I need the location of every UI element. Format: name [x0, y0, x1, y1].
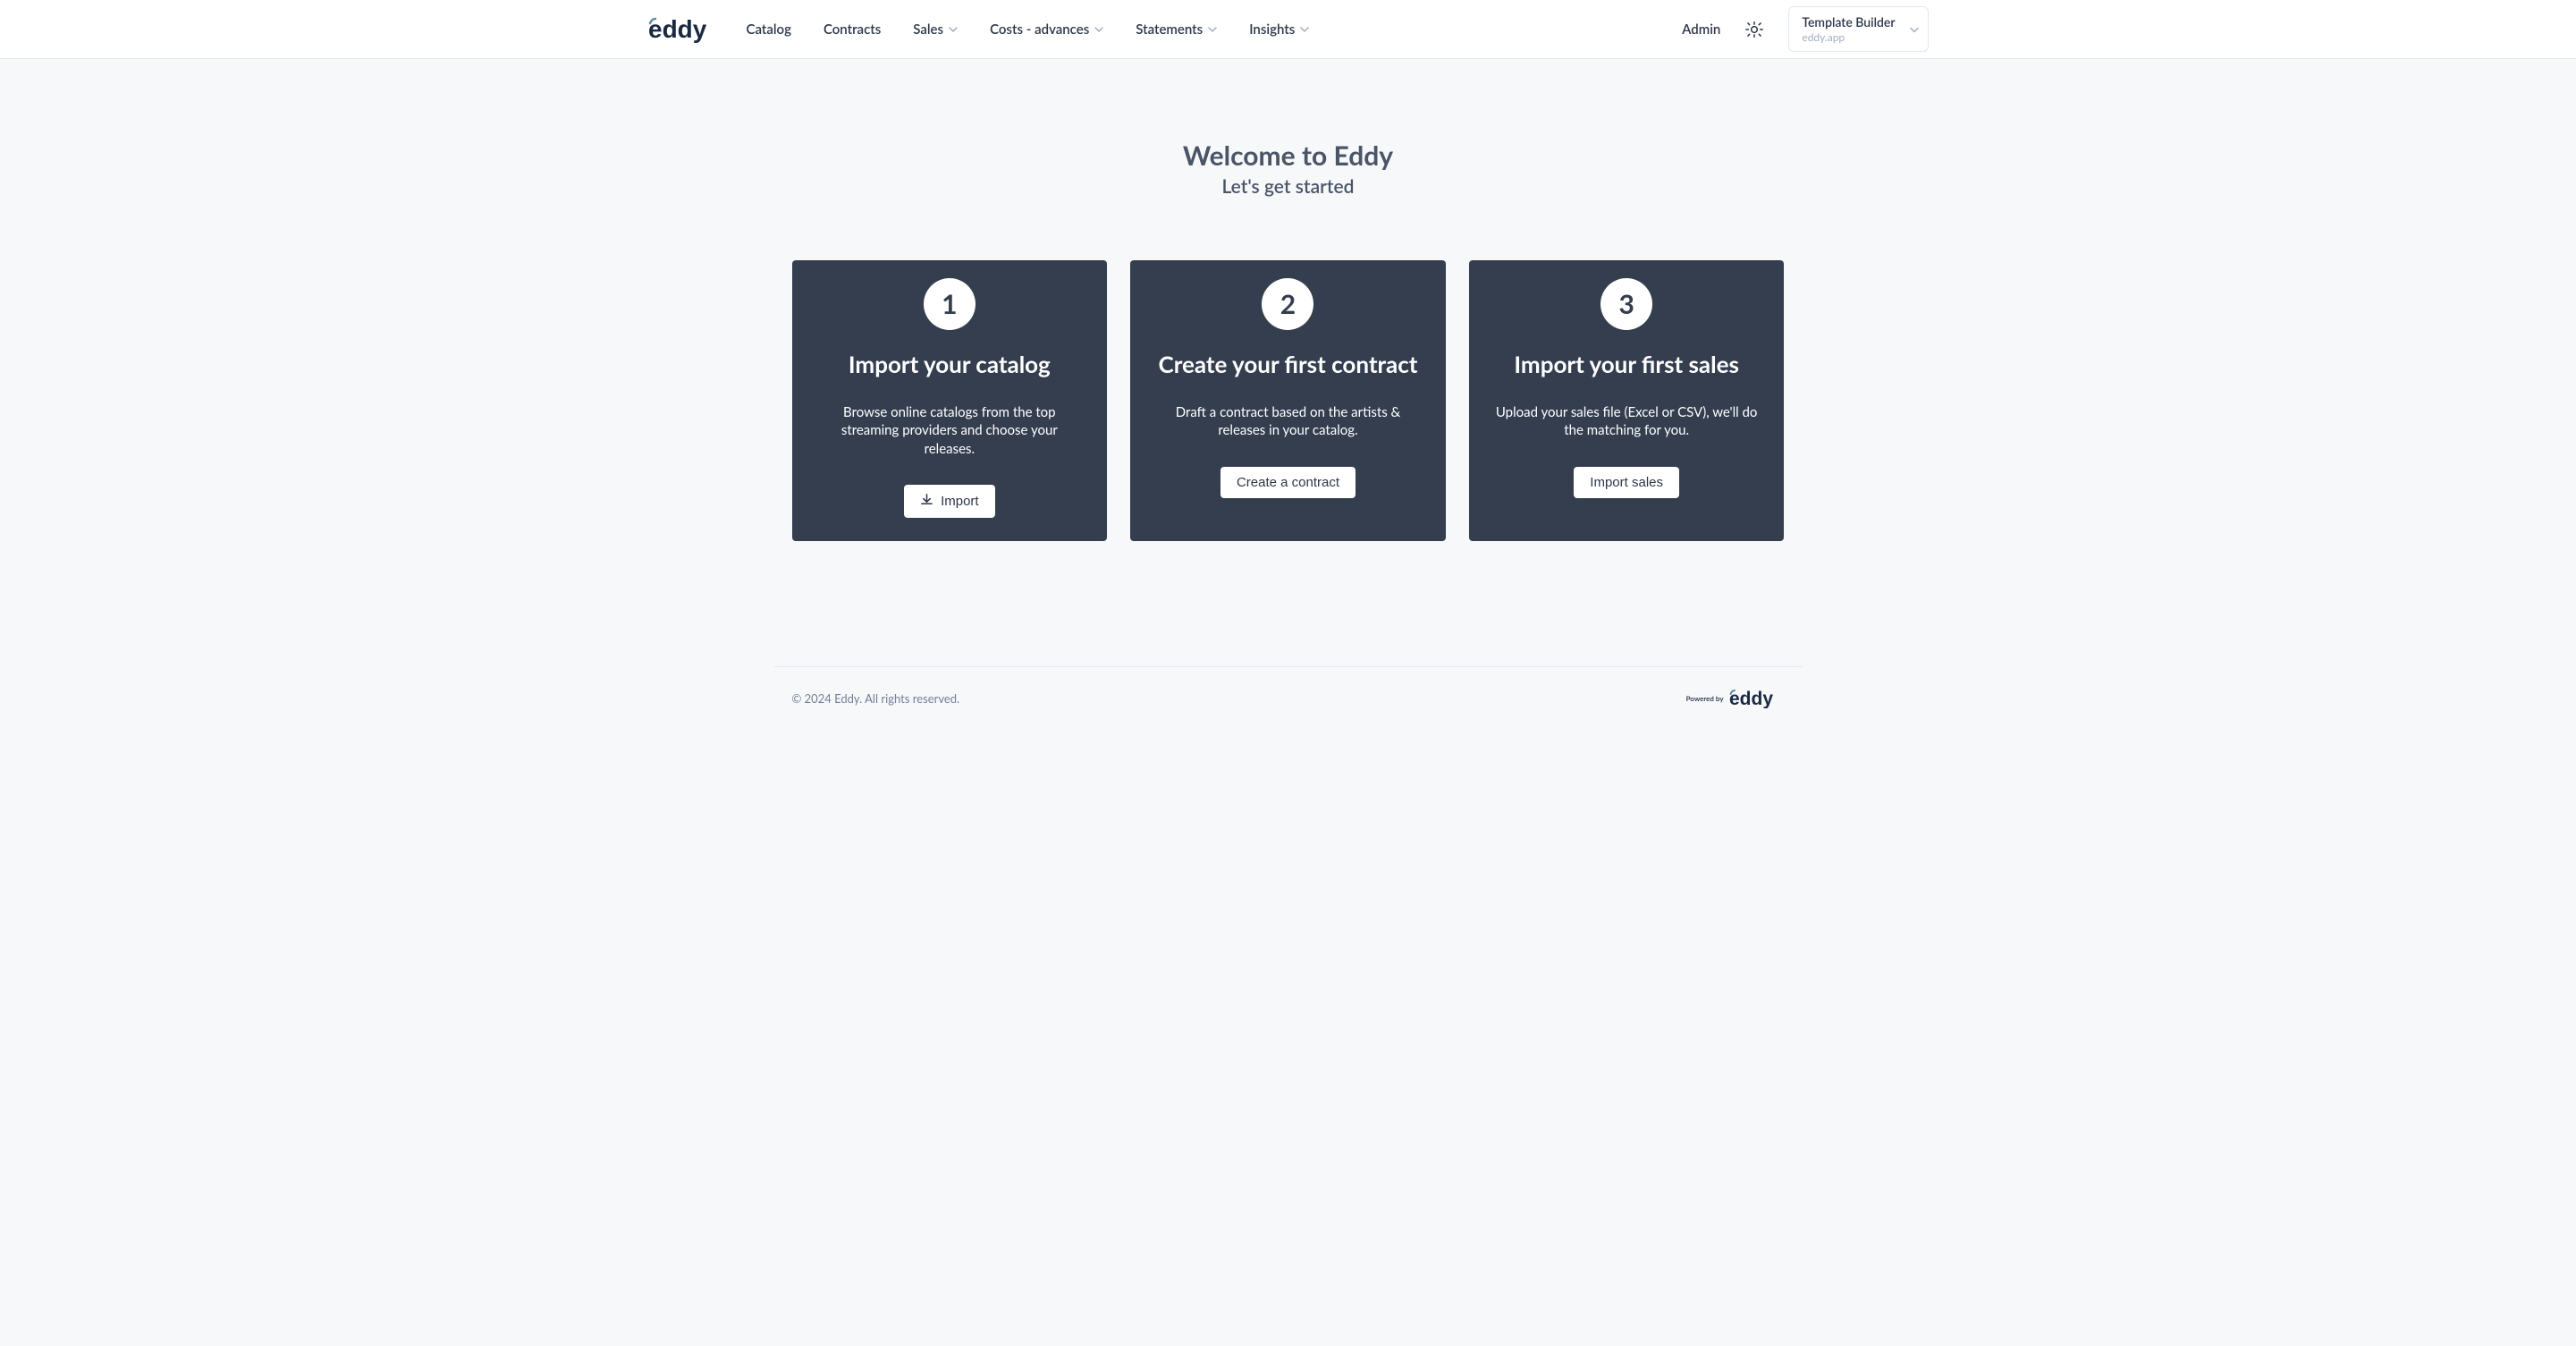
create-contract-button[interactable]: Create a contract — [1220, 467, 1356, 498]
account-name: Template Builder — [1802, 14, 1895, 30]
page-title: Welcome to Eddy — [792, 140, 1785, 172]
nav-insights[interactable]: Insights — [1249, 21, 1309, 38]
logo[interactable]: eddy — [648, 16, 722, 43]
eddy-logo-footer-icon: eddy — [1729, 689, 1785, 708]
chevron-down-icon — [1208, 25, 1217, 34]
eddy-logo-icon: eddy — [648, 16, 722, 43]
nav-catalog[interactable]: Catalog — [747, 21, 791, 38]
nav-sales[interactable]: Sales — [913, 21, 958, 38]
download-icon — [920, 493, 933, 510]
card-description: Draft a contract based on the artists & … — [1152, 403, 1424, 440]
card-title: Import your catalog — [849, 350, 1051, 378]
step-number-badge: 2 — [1262, 278, 1313, 330]
nav-right: Admin Template Builder eddy.app — [1682, 6, 1928, 52]
card-description: Browse online catalogs from the top stre… — [814, 403, 1086, 458]
import-sales-button[interactable]: Import sales — [1574, 467, 1679, 498]
footer-copyright: © 2024 Eddy. All rights reserved. — [792, 691, 960, 706]
button-label: Import — [941, 494, 979, 509]
chevron-down-icon — [949, 25, 958, 34]
svg-text:eddy: eddy — [1729, 689, 1773, 708]
card-import-catalog: 1 Import your catalog Browse online cata… — [792, 260, 1108, 541]
svg-text:eddy: eddy — [648, 16, 707, 43]
page-subtitle: Let's get started — [792, 175, 1785, 198]
account-dropdown[interactable]: Template Builder eddy.app — [1788, 6, 1928, 52]
step-number-badge: 3 — [1600, 278, 1652, 330]
nav-statements-label: Statements — [1136, 21, 1203, 38]
footer: © 2024 Eddy. All rights reserved. Powere… — [774, 666, 1803, 730]
card-title: Create your first contract — [1159, 350, 1418, 378]
main-content: Welcome to Eddy Let's get started 1 Impo… — [774, 59, 1803, 595]
nav-statements[interactable]: Statements — [1136, 21, 1217, 38]
chevron-down-icon — [1910, 21, 1919, 38]
card-create-contract: 2 Create your first contract Draft a con… — [1130, 260, 1446, 541]
button-label: Create a contract — [1237, 475, 1339, 490]
footer-logo: Powered by eddy — [1686, 689, 1785, 708]
nav-costs[interactable]: Costs - advances — [990, 21, 1103, 38]
card-description: Upload your sales file (Excel or CSV), w… — [1491, 403, 1763, 440]
account-domain: eddy.app — [1802, 30, 1895, 44]
main-nav: Catalog Contracts Sales Costs - advances… — [747, 21, 1310, 38]
import-button[interactable]: Import — [904, 485, 995, 518]
onboarding-cards: 1 Import your catalog Browse online cata… — [792, 260, 1785, 541]
step-number-badge: 1 — [924, 278, 976, 330]
chevron-down-icon — [1094, 25, 1103, 34]
lightbulb-icon — [1745, 21, 1763, 38]
nav-costs-label: Costs - advances — [990, 21, 1089, 38]
nav-sales-label: Sales — [913, 21, 943, 38]
chevron-down-icon — [1300, 25, 1309, 34]
nav-left: eddy Catalog Contracts Sales Costs - adv… — [648, 16, 1310, 43]
card-title: Import your first sales — [1514, 350, 1739, 378]
main-header: eddy Catalog Contracts Sales Costs - adv… — [0, 0, 2576, 59]
powered-by-label: Powered by — [1686, 694, 1724, 703]
welcome-header: Welcome to Eddy Let's get started — [792, 140, 1785, 198]
button-label: Import sales — [1590, 475, 1663, 490]
nav-insights-label: Insights — [1249, 21, 1295, 38]
theme-toggle-button[interactable] — [1738, 13, 1770, 46]
card-import-sales: 3 Import your first sales Upload your sa… — [1469, 260, 1785, 541]
nav-contracts[interactable]: Contracts — [823, 21, 881, 38]
nav-admin[interactable]: Admin — [1682, 21, 1720, 38]
